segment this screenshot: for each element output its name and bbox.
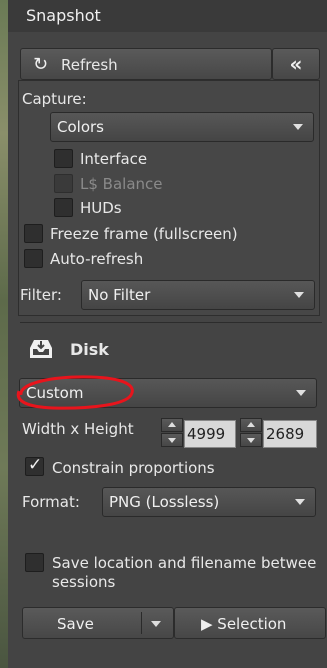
title-bar[interactable]: Snapshot [8, 0, 327, 32]
increment-icon[interactable] [161, 418, 183, 432]
save-location-label-cont: sessions [52, 573, 116, 591]
constrain-label: Constrain proportions [52, 459, 215, 477]
refresh-button[interactable]: ↻ Refresh [20, 48, 272, 80]
auto-refresh-label: Auto-refresh [50, 250, 144, 268]
interface-label: Interface [80, 150, 148, 168]
height-input[interactable]: 2689 [263, 420, 317, 448]
format-dropdown[interactable]: PNG (Lossless) [102, 487, 316, 517]
double-chevron-left-icon: « [289, 52, 303, 76]
format-label: Format: [22, 493, 80, 511]
window-title: Snapshot [26, 6, 101, 25]
collapse-button[interactable]: « [272, 48, 320, 80]
decrement-icon[interactable] [161, 433, 183, 447]
inbox-tray-icon [30, 340, 52, 358]
balance-checkbox[interactable] [54, 174, 73, 193]
red-annotation-circle [16, 375, 134, 410]
decrement-icon[interactable] [240, 433, 262, 447]
save-location-label: Save location and filename betwee [52, 554, 317, 572]
disk-heading: Disk [70, 340, 109, 359]
height-spinner[interactable] [240, 418, 262, 448]
freeze-frame-label: Freeze frame (fullscreen) [50, 225, 238, 243]
capture-type-value: Colors [57, 118, 104, 136]
save-label: Save [57, 615, 94, 633]
chevron-down-icon [296, 390, 306, 396]
capture-type-dropdown[interactable]: Colors [50, 112, 314, 142]
chevron-down-icon[interactable] [151, 621, 161, 627]
snapshot-panel: Snapshot ↻ Refresh « Capture: Colors Int… [8, 0, 327, 668]
width-input[interactable]: 4999 [184, 420, 236, 448]
width-height-label: Width x Height [22, 420, 134, 438]
increment-icon[interactable] [240, 418, 262, 432]
balance-label: L$ Balance [80, 175, 163, 193]
filter-label: Filter: [20, 286, 62, 304]
huds-checkbox[interactable] [54, 198, 73, 217]
checkmark-icon: ✓ [28, 455, 43, 475]
refresh-label: Refresh [61, 56, 118, 74]
chevron-down-icon [294, 292, 304, 298]
save-location-checkbox[interactable] [25, 553, 44, 572]
selection-label: ▶ Selection [201, 615, 287, 633]
filter-dropdown[interactable]: No Filter [81, 280, 315, 310]
freeze-frame-checkbox[interactable] [24, 224, 43, 243]
split-divider [141, 612, 142, 634]
interface-checkbox[interactable] [54, 149, 73, 168]
refresh-icon: ↻ [33, 54, 49, 75]
format-value: PNG (Lossless) [109, 493, 220, 511]
divider [20, 322, 322, 323]
selection-button[interactable]: ▶ Selection [174, 607, 326, 639]
width-spinner[interactable] [161, 418, 183, 448]
filter-value: No Filter [88, 286, 151, 304]
capture-label: Capture: [22, 90, 87, 108]
huds-label: HUDs [80, 199, 122, 217]
constrain-checkbox[interactable]: ✓ [25, 455, 44, 476]
auto-refresh-checkbox[interactable] [24, 249, 43, 268]
chevron-down-icon [293, 124, 303, 130]
chevron-down-icon [295, 499, 305, 505]
save-button[interactable]: Save [22, 607, 174, 639]
